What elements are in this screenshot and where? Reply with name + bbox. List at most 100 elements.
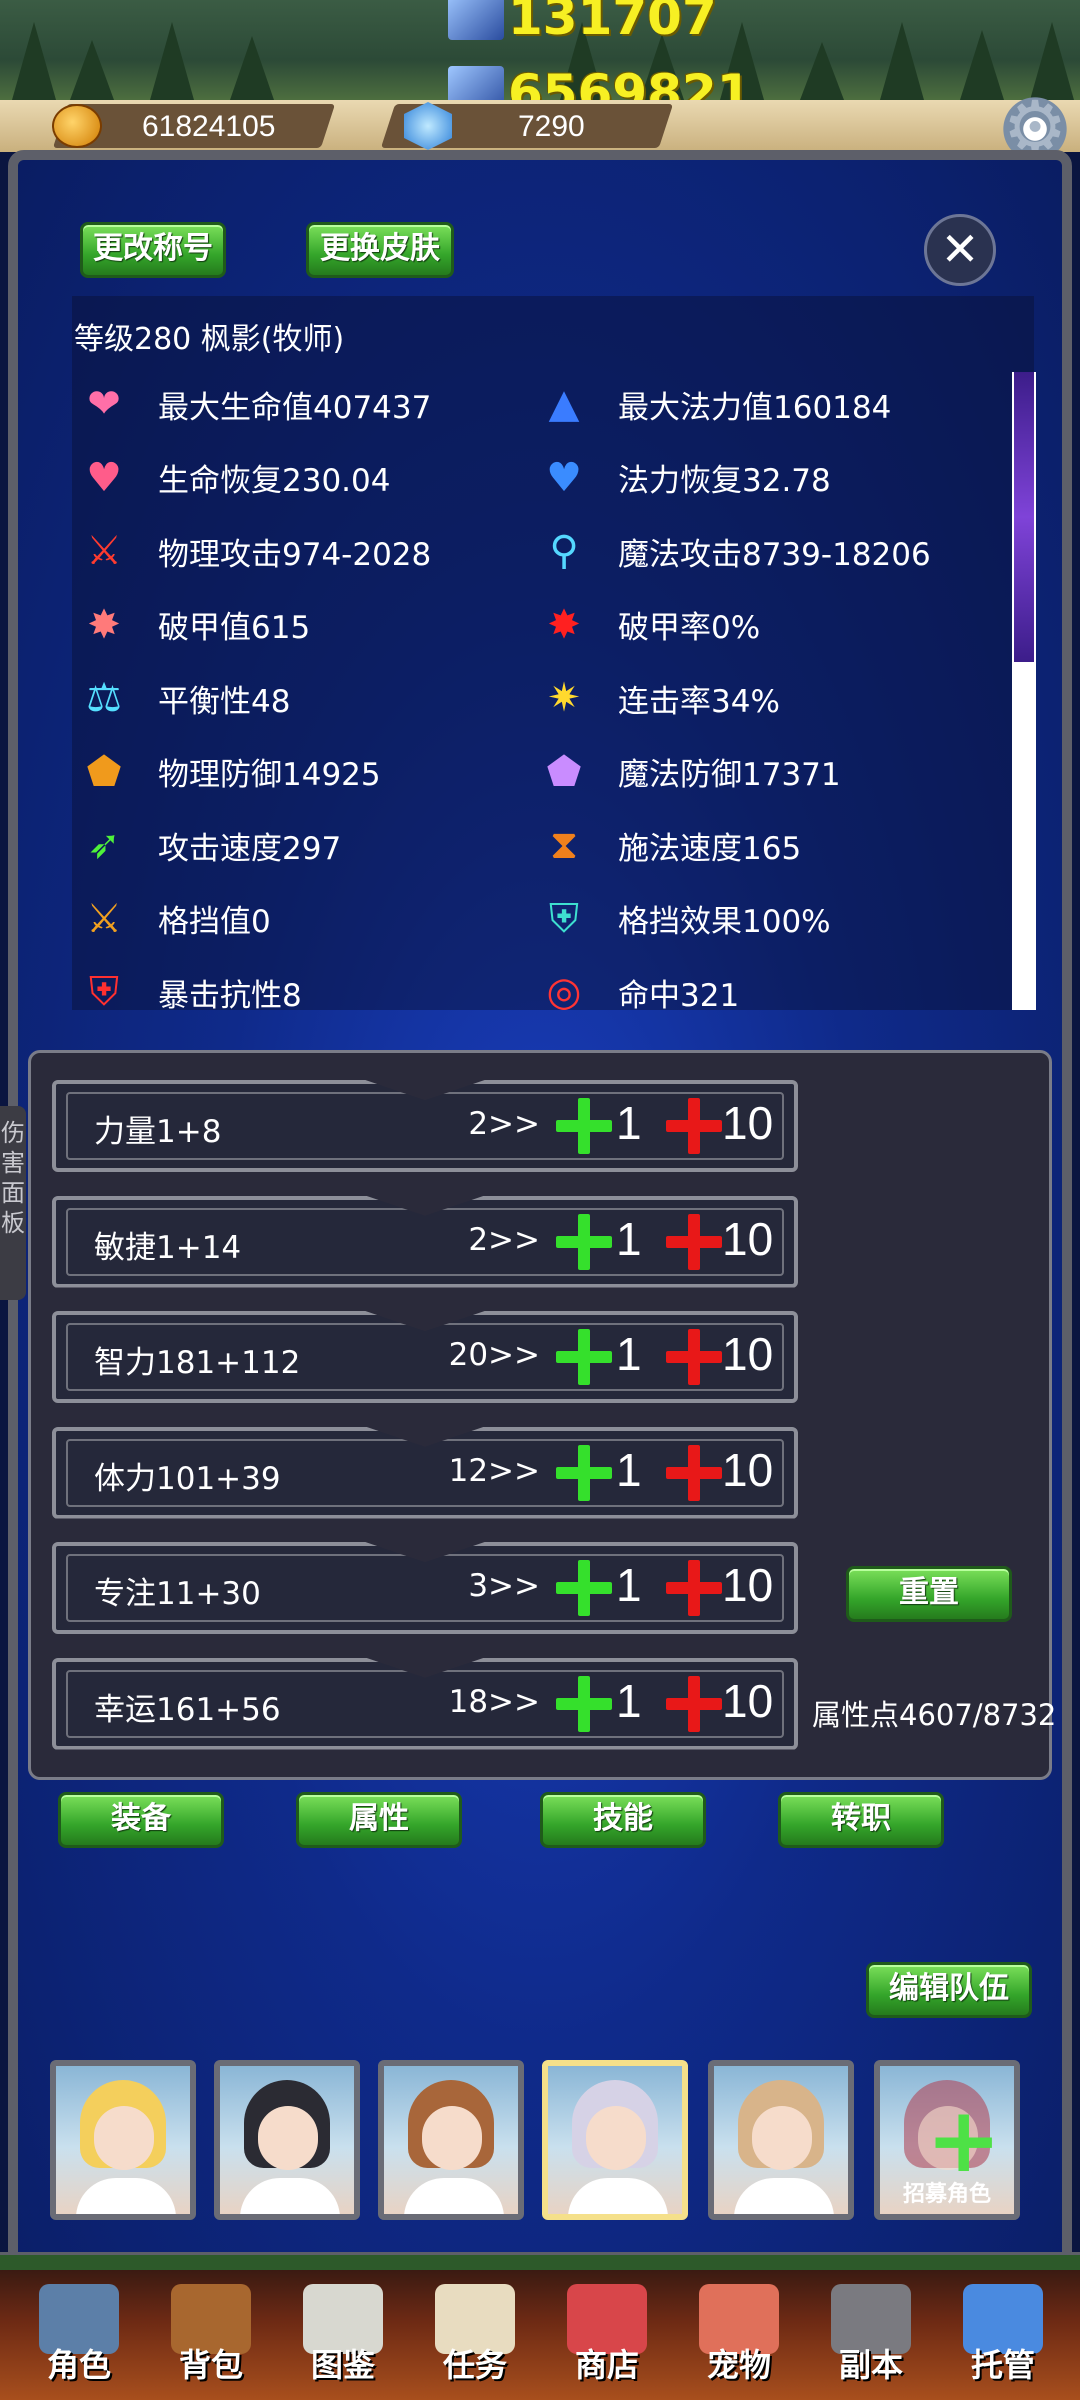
stat-text: 物理攻击974-2028: [158, 536, 432, 573]
attribute-name: 专注11+30: [94, 1576, 261, 1612]
add-10-label: 10: [722, 1212, 774, 1265]
stat-text: 命中321: [618, 977, 740, 1014]
stat-row: ♥ 法力恢复32.78: [540, 450, 831, 506]
add-1-button[interactable]: [554, 1327, 614, 1387]
add-10-label: 10: [722, 1328, 774, 1380]
health-regen-icon: ♥: [86, 454, 122, 501]
stat-row: ➶ 攻击速度297: [80, 817, 341, 873]
close-icon[interactable]: ✕: [924, 214, 996, 286]
crit-resist-icon: ⛨: [89, 969, 119, 1015]
nav-scroll[interactable]: 任务: [420, 2284, 530, 2394]
nav-label: 商店: [574, 2346, 639, 2384]
tab-skills[interactable]: 技能: [540, 1792, 706, 1848]
stat-row: ⚖ 平衡性48: [80, 670, 290, 726]
add-10-label: 10: [722, 1097, 774, 1149]
team-member-portrait[interactable]: [214, 2060, 360, 2220]
hourglass-icon: ⧗: [549, 822, 579, 868]
stat-text: 最大法力值160184: [618, 389, 892, 426]
stat-row: ✸ 破甲率0%: [540, 597, 760, 653]
combo-burst-icon: ✷: [547, 675, 581, 721]
stats-scrollbar-thumb[interactable]: [1014, 372, 1034, 662]
reset-button[interactable]: 重置: [846, 1566, 1012, 1622]
add-1-button[interactable]: [554, 1674, 614, 1734]
add-1-label: 1: [616, 1097, 642, 1149]
mana-regen-icon: ♥: [546, 454, 582, 501]
add-10-button[interactable]: [664, 1443, 724, 1503]
team-member-portrait[interactable]: [708, 2060, 854, 2220]
nav-backpack[interactable]: 背包: [156, 2284, 266, 2394]
recruit-character-slot[interactable]: + 招募角色: [874, 2060, 1020, 2220]
change-skin-button[interactable]: 更换皮肤: [306, 222, 454, 278]
add-10-label: 10: [722, 1443, 774, 1496]
stat-text: 连击率34%: [618, 683, 780, 720]
attribute-cost: 18>>: [448, 1683, 540, 1720]
wizard-hat-icon: ▲: [548, 381, 580, 427]
attribute-cost: 3>>: [468, 1568, 540, 1604]
stat-text: 法力恢复32.78: [618, 463, 831, 499]
magic-wand-icon: ⚲: [549, 528, 579, 574]
stat-text: 破甲率0%: [618, 610, 761, 646]
nav-label: 图鉴: [310, 2346, 375, 2384]
attribute-name: 力量1+8: [94, 1114, 222, 1150]
shield-icon: ⬟: [86, 748, 122, 795]
attribute-name: 幸运161+56: [94, 1691, 281, 1728]
sword-icon: ⚔: [86, 528, 122, 574]
nav-label: 托管: [970, 2346, 1035, 2384]
gold-coin-icon: [52, 104, 102, 148]
stat-text: 生命恢复230.04: [158, 463, 391, 499]
attribute-name: 体力101+39: [94, 1460, 281, 1497]
nav-calendar[interactable]: 托管: [948, 2284, 1058, 2394]
stat-row: ♥ 生命恢复230.04: [80, 450, 390, 506]
attribute-cost: 12>>: [448, 1452, 540, 1489]
nav-shop[interactable]: 商店: [552, 2284, 662, 2394]
stat-row: ✷ 连击率34%: [540, 670, 780, 726]
plus-icon: +: [926, 2088, 1002, 2193]
edit-team-button[interactable]: 编辑队伍: [866, 1962, 1032, 2018]
nav-skull-dungeon[interactable]: 副本: [816, 2284, 926, 2394]
stat-row: ⛨ 格挡效果100%: [540, 891, 831, 947]
attribute-name: 智力181+112: [94, 1345, 301, 1381]
add-10-button[interactable]: [664, 1327, 724, 1387]
add-10-button[interactable]: [664, 1212, 724, 1272]
add-1-label: 1: [616, 1212, 642, 1265]
add-1-button[interactable]: [554, 1096, 614, 1156]
recruit-label: 招募角色: [902, 2182, 991, 2207]
stat-text: 施法速度165: [618, 830, 802, 867]
damage-panel-tab[interactable]: 伤 害 面 板: [0, 1106, 26, 1300]
team-member-portrait[interactable]: [50, 2060, 196, 2220]
stat-text: 最大生命值407437: [158, 389, 432, 426]
add-1-button[interactable]: [554, 1558, 614, 1618]
change-title-button[interactable]: 更改称号: [80, 222, 226, 278]
armor-break-rate-icon: ✸: [547, 601, 581, 648]
tab-equipment[interactable]: 装备: [58, 1792, 224, 1848]
stat-row: ⚲ 魔法攻击8739-18206: [540, 523, 930, 579]
team-member-portrait[interactable]: [542, 2060, 688, 2220]
damage-number-top: 131707: [508, 0, 717, 46]
nav-meat[interactable]: 宠物: [684, 2284, 794, 2394]
broken-armor-icon: ✸: [87, 601, 121, 648]
stat-row: ◎ 命中321: [540, 964, 740, 1020]
add-10-button[interactable]: [664, 1096, 724, 1156]
attribute-cost: 2>>: [468, 1221, 540, 1258]
balance-scale-icon: ⚖: [86, 675, 122, 721]
gold-amount: 61824105: [142, 110, 276, 143]
nav-knight-helmet[interactable]: 角色: [24, 2284, 134, 2394]
add-1-button[interactable]: [554, 1443, 614, 1503]
add-1-label: 1: [616, 1559, 642, 1611]
tab-attributes[interactable]: 属性: [296, 1792, 462, 1848]
tab-job-change[interactable]: 转职: [778, 1792, 944, 1848]
add-10-button[interactable]: [664, 1674, 724, 1734]
add-10-button[interactable]: [664, 1558, 724, 1618]
add-10-label: 10: [722, 1674, 774, 1727]
block-effect-icon: ⛨: [549, 895, 579, 942]
nav-book[interactable]: 图鉴: [288, 2284, 398, 2394]
nav-label: 宠物: [706, 2346, 771, 2384]
stat-text: 平衡性48: [158, 683, 291, 720]
add-1-label: 1: [616, 1328, 642, 1380]
team-member-portrait[interactable]: [378, 2060, 524, 2220]
stat-text: 物理防御14925: [158, 757, 381, 793]
add-1-button[interactable]: [554, 1212, 614, 1272]
stat-row: ⬟ 魔法防御17371: [540, 744, 841, 800]
stat-row: ⧗ 施法速度165: [540, 817, 801, 873]
stat-text: 破甲值615: [158, 610, 311, 646]
